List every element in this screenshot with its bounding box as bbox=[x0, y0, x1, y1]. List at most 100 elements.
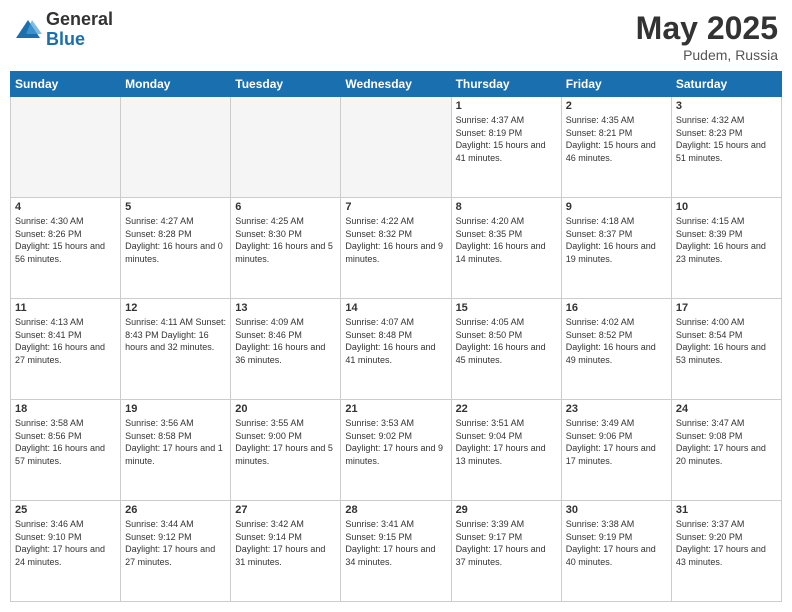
day-info: Sunrise: 4:25 AM Sunset: 8:30 PM Dayligh… bbox=[235, 215, 336, 265]
table-row: 29 Sunrise: 3:39 AM Sunset: 9:17 PM Dayli… bbox=[451, 501, 561, 602]
logo-general-text: General bbox=[46, 10, 113, 30]
day-number: 21 bbox=[345, 403, 446, 415]
day-info: Sunrise: 3:38 AM Sunset: 9:19 PM Dayligh… bbox=[566, 518, 667, 568]
day-number: 14 bbox=[345, 302, 446, 314]
day-info: Sunrise: 4:35 AM Sunset: 8:21 PM Dayligh… bbox=[566, 114, 667, 164]
header-friday: Friday bbox=[561, 72, 671, 97]
table-row: 11Sunrise: 4:13 AM Sunset: 8:41 PM Dayli… bbox=[11, 299, 121, 400]
table-row: 2Sunrise: 4:35 AM Sunset: 8:21 PM Daylig… bbox=[561, 97, 671, 198]
calendar-week-row: 18Sunrise: 3:58 AM Sunset: 8:56 PM Dayli… bbox=[11, 400, 782, 501]
table-row: 9Sunrise: 4:18 AM Sunset: 8:37 PM Daylig… bbox=[561, 198, 671, 299]
logo-icon bbox=[14, 16, 42, 44]
table-row bbox=[341, 97, 451, 198]
table-row: 4 Sunrise: 4:30 AM Sunset: 8:26 PM Daylig… bbox=[11, 198, 121, 299]
day-number: 17 bbox=[676, 302, 777, 314]
day-info: Sunrise: 3:42 AM Sunset: 9:14 PM Dayligh… bbox=[235, 518, 336, 568]
table-row: 15 Sunrise: 4:05 AM Sunset: 8:50 PM Dayli… bbox=[451, 299, 561, 400]
day-number: 7 bbox=[345, 201, 446, 213]
day-info: Sunrise: 3:49 AM Sunset: 9:06 PM Dayligh… bbox=[566, 417, 667, 467]
table-row: 22 Sunrise: 3:51 AM Sunset: 9:04 PM Dayli… bbox=[451, 400, 561, 501]
day-number: 8 bbox=[456, 201, 557, 213]
calendar-week-row: 25 Sunrise: 3:46 AM Sunset: 9:10 PM Dayli… bbox=[11, 501, 782, 602]
day-info: Sunrise: 3:56 AM Sunset: 8:58 PM Dayligh… bbox=[125, 417, 226, 467]
day-number: 30 bbox=[566, 504, 667, 516]
day-number: 20 bbox=[235, 403, 336, 415]
day-info: Sunrise: 3:39 AM Sunset: 9:17 PM Dayligh… bbox=[456, 518, 557, 568]
table-row: 7Sunrise: 4:22 AM Sunset: 8:32 PM Daylig… bbox=[341, 198, 451, 299]
table-row: 12 Sunrise: 4:11 AM Sunset: 8:43 PM Dayli… bbox=[121, 299, 231, 400]
day-info: Sunrise: 4:05 AM Sunset: 8:50 PM Dayligh… bbox=[456, 316, 557, 366]
day-number: 4 bbox=[15, 201, 116, 213]
day-info: Sunrise: 4:32 AM Sunset: 8:23 PM Dayligh… bbox=[676, 114, 777, 164]
day-number: 26 bbox=[125, 504, 226, 516]
day-info: Sunrise: 3:46 AM Sunset: 9:10 PM Dayligh… bbox=[15, 518, 116, 568]
header-tuesday: Tuesday bbox=[231, 72, 341, 97]
day-number: 5 bbox=[125, 201, 226, 213]
table-row: 5 Sunrise: 4:27 AM Sunset: 8:28 PM Daylig… bbox=[121, 198, 231, 299]
day-number: 22 bbox=[456, 403, 557, 415]
day-info: Sunrise: 3:55 AM Sunset: 9:00 PM Dayligh… bbox=[235, 417, 336, 467]
table-row: 31Sunrise: 3:37 AM Sunset: 9:20 PM Dayli… bbox=[671, 501, 781, 602]
calendar-table: Sunday Monday Tuesday Wednesday Thursday… bbox=[10, 71, 782, 602]
table-row bbox=[121, 97, 231, 198]
logo: General Blue bbox=[14, 10, 113, 50]
table-row: 8 Sunrise: 4:20 AM Sunset: 8:35 PM Daylig… bbox=[451, 198, 561, 299]
day-number: 10 bbox=[676, 201, 777, 213]
calendar-week-row: 11Sunrise: 4:13 AM Sunset: 8:41 PM Dayli… bbox=[11, 299, 782, 400]
day-info: Sunrise: 3:41 AM Sunset: 9:15 PM Dayligh… bbox=[345, 518, 446, 568]
table-row: 14 Sunrise: 4:07 AM Sunset: 8:48 PM Dayli… bbox=[341, 299, 451, 400]
logo-blue-text: Blue bbox=[46, 30, 113, 50]
calendar-week-row: 1Sunrise: 4:37 AM Sunset: 8:19 PM Daylig… bbox=[11, 97, 782, 198]
day-info: Sunrise: 4:11 AM Sunset: 8:43 PM Dayligh… bbox=[125, 316, 226, 354]
page: General Blue May 2025 Pudem, Russia Sund… bbox=[0, 0, 792, 612]
table-row: 13 Sunrise: 4:09 AM Sunset: 8:46 PM Dayli… bbox=[231, 299, 341, 400]
table-row: 21 Sunrise: 3:53 AM Sunset: 9:02 PM Dayli… bbox=[341, 400, 451, 501]
header-sunday: Sunday bbox=[11, 72, 121, 97]
table-row bbox=[231, 97, 341, 198]
title-block: May 2025 Pudem, Russia bbox=[636, 10, 778, 63]
table-row: 30 Sunrise: 3:38 AM Sunset: 9:19 PM Dayli… bbox=[561, 501, 671, 602]
day-info: Sunrise: 3:58 AM Sunset: 8:56 PM Dayligh… bbox=[15, 417, 116, 467]
day-number: 3 bbox=[676, 100, 777, 112]
table-row bbox=[11, 97, 121, 198]
day-number: 9 bbox=[566, 201, 667, 213]
table-row: 27 Sunrise: 3:42 AM Sunset: 9:14 PM Dayli… bbox=[231, 501, 341, 602]
table-row: 19Sunrise: 3:56 AM Sunset: 8:58 PM Dayli… bbox=[121, 400, 231, 501]
header-thursday: Thursday bbox=[451, 72, 561, 97]
day-number: 25 bbox=[15, 504, 116, 516]
table-row: 28 Sunrise: 3:41 AM Sunset: 9:15 PM Dayli… bbox=[341, 501, 451, 602]
day-info: Sunrise: 4:09 AM Sunset: 8:46 PM Dayligh… bbox=[235, 316, 336, 366]
table-row: 3 Sunrise: 4:32 AM Sunset: 8:23 PM Daylig… bbox=[671, 97, 781, 198]
table-row: 23 Sunrise: 3:49 AM Sunset: 9:06 PM Dayli… bbox=[561, 400, 671, 501]
day-info: Sunrise: 4:27 AM Sunset: 8:28 PM Dayligh… bbox=[125, 215, 226, 265]
header-wednesday: Wednesday bbox=[341, 72, 451, 97]
title-month: May 2025 bbox=[636, 10, 778, 47]
day-number: 27 bbox=[235, 504, 336, 516]
table-row: 25 Sunrise: 3:46 AM Sunset: 9:10 PM Dayli… bbox=[11, 501, 121, 602]
day-info: Sunrise: 3:51 AM Sunset: 9:04 PM Dayligh… bbox=[456, 417, 557, 467]
day-info: Sunrise: 3:44 AM Sunset: 9:12 PM Dayligh… bbox=[125, 518, 226, 568]
table-row: 18Sunrise: 3:58 AM Sunset: 8:56 PM Dayli… bbox=[11, 400, 121, 501]
day-info: Sunrise: 3:47 AM Sunset: 9:08 PM Dayligh… bbox=[676, 417, 777, 467]
header: General Blue May 2025 Pudem, Russia bbox=[10, 10, 782, 63]
day-number: 13 bbox=[235, 302, 336, 314]
day-number: 28 bbox=[345, 504, 446, 516]
table-row: 1Sunrise: 4:37 AM Sunset: 8:19 PM Daylig… bbox=[451, 97, 561, 198]
day-info: Sunrise: 4:02 AM Sunset: 8:52 PM Dayligh… bbox=[566, 316, 667, 366]
day-number: 12 bbox=[125, 302, 226, 314]
day-number: 29 bbox=[456, 504, 557, 516]
day-info: Sunrise: 4:15 AM Sunset: 8:39 PM Dayligh… bbox=[676, 215, 777, 265]
day-number: 31 bbox=[676, 504, 777, 516]
day-info: Sunrise: 4:13 AM Sunset: 8:41 PM Dayligh… bbox=[15, 316, 116, 366]
day-info: Sunrise: 4:07 AM Sunset: 8:48 PM Dayligh… bbox=[345, 316, 446, 366]
day-info: Sunrise: 3:53 AM Sunset: 9:02 PM Dayligh… bbox=[345, 417, 446, 467]
day-info: Sunrise: 4:20 AM Sunset: 8:35 PM Dayligh… bbox=[456, 215, 557, 265]
day-number: 15 bbox=[456, 302, 557, 314]
day-number: 1 bbox=[456, 100, 557, 112]
day-number: 23 bbox=[566, 403, 667, 415]
day-info: Sunrise: 4:00 AM Sunset: 8:54 PM Dayligh… bbox=[676, 316, 777, 366]
header-saturday: Saturday bbox=[671, 72, 781, 97]
weekday-header-row: Sunday Monday Tuesday Wednesday Thursday… bbox=[11, 72, 782, 97]
day-info: Sunrise: 4:30 AM Sunset: 8:26 PM Dayligh… bbox=[15, 215, 116, 265]
table-row: 6Sunrise: 4:25 AM Sunset: 8:30 PM Daylig… bbox=[231, 198, 341, 299]
